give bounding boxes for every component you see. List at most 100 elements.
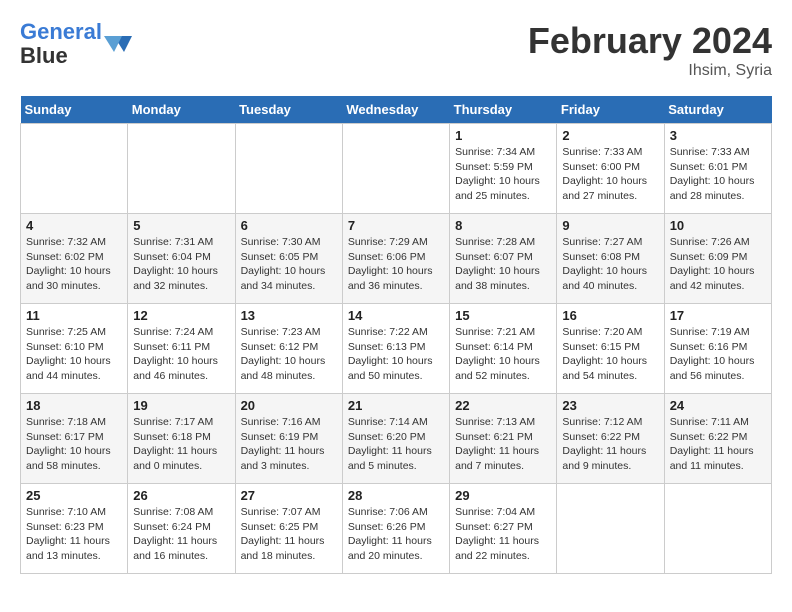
day-info: Sunrise: 7:21 AMSunset: 6:14 PMDaylight:… [455,325,551,384]
title-block: February 2024 Ihsim, Syria [528,20,772,80]
day-number: 9 [562,218,658,233]
day-number: 6 [241,218,337,233]
calendar-cell: 7Sunrise: 7:29 AMSunset: 6:06 PMDaylight… [342,214,449,304]
calendar-cell: 4Sunrise: 7:32 AMSunset: 6:02 PMDaylight… [21,214,128,304]
day-info: Sunrise: 7:17 AMSunset: 6:18 PMDaylight:… [133,415,229,474]
day-number: 21 [348,398,444,413]
day-info: Sunrise: 7:16 AMSunset: 6:19 PMDaylight:… [241,415,337,474]
calendar-week-row: 25 Sunrise: 7:10 AMSunset: 6:23 PMDayligh… [21,484,772,574]
day-number: 16 [562,308,658,323]
day-info: Sunrise: 7:10 AMSunset: 6:23 PMDaylight:… [26,505,122,564]
calendar-cell: 1 Sunrise: 7:34 AMSunset: 5:59 PMDaylight… [450,124,557,214]
day-number: 23 [562,398,658,413]
day-info: Sunrise: 7:33 AMSunset: 6:00 PMDaylight:… [562,145,658,204]
calendar-cell: 6 Sunrise: 7:30 AMSunset: 6:05 PMDaylight… [235,214,342,304]
calendar-cell: 12 Sunrise: 7:24 AMSunset: 6:11 PMDayligh… [128,304,235,394]
day-number: 1 [455,128,551,143]
calendar-week-row: 4Sunrise: 7:32 AMSunset: 6:02 PMDaylight… [21,214,772,304]
weekday-header-cell: Thursday [450,96,557,124]
calendar-cell: 8Sunrise: 7:28 AMSunset: 6:07 PMDaylight… [450,214,557,304]
day-info: Sunrise: 7:19 AMSunset: 6:16 PMDaylight:… [670,325,766,384]
day-number: 29 [455,488,551,503]
logo: GeneralBlue [20,20,134,68]
calendar-body: 1 Sunrise: 7:34 AMSunset: 5:59 PMDaylight… [21,124,772,574]
day-info: Sunrise: 7:07 AMSunset: 6:25 PMDaylight:… [241,505,337,564]
calendar-table: SundayMondayTuesdayWednesdayThursdayFrid… [20,96,772,574]
calendar-cell: 13Sunrise: 7:23 AMSunset: 6:12 PMDayligh… [235,304,342,394]
calendar-cell: 20 Sunrise: 7:16 AMSunset: 6:19 PMDayligh… [235,394,342,484]
day-info: Sunrise: 7:23 AMSunset: 6:12 PMDaylight:… [241,325,337,384]
calendar-cell: 11 Sunrise: 7:25 AMSunset: 6:10 PMDayligh… [21,304,128,394]
calendar-cell: 3 Sunrise: 7:33 AMSunset: 6:01 PMDaylight… [664,124,771,214]
weekday-header-cell: Monday [128,96,235,124]
weekday-header-cell: Sunday [21,96,128,124]
day-number: 22 [455,398,551,413]
day-info: Sunrise: 7:31 AMSunset: 6:04 PMDaylight:… [133,235,229,294]
day-number: 24 [670,398,766,413]
weekday-header-cell: Friday [557,96,664,124]
day-info: Sunrise: 7:06 AMSunset: 6:26 PMDaylight:… [348,505,444,564]
day-info: Sunrise: 7:08 AMSunset: 6:24 PMDaylight:… [133,505,229,564]
logo-icon [104,32,134,56]
calendar-cell [557,484,664,574]
calendar-cell: 14 Sunrise: 7:22 AMSunset: 6:13 PMDayligh… [342,304,449,394]
month-year: February 2024 [528,20,772,62]
day-info: Sunrise: 7:22 AMSunset: 6:13 PMDaylight:… [348,325,444,384]
logo-text: GeneralBlue [20,20,102,68]
day-info: Sunrise: 7:20 AMSunset: 6:15 PMDaylight:… [562,325,658,384]
day-number: 20 [241,398,337,413]
day-number: 17 [670,308,766,323]
day-number: 27 [241,488,337,503]
day-info: Sunrise: 7:24 AMSunset: 6:11 PMDaylight:… [133,325,229,384]
day-number: 18 [26,398,122,413]
day-number: 25 [26,488,122,503]
calendar-cell: 29Sunrise: 7:04 AMSunset: 6:27 PMDayligh… [450,484,557,574]
day-number: 11 [26,308,122,323]
day-number: 2 [562,128,658,143]
day-number: 12 [133,308,229,323]
day-info: Sunrise: 7:25 AMSunset: 6:10 PMDaylight:… [26,325,122,384]
day-info: Sunrise: 7:34 AMSunset: 5:59 PMDaylight:… [455,145,551,204]
calendar-cell: 24 Sunrise: 7:11 AMSunset: 6:22 PMDayligh… [664,394,771,484]
day-number: 19 [133,398,229,413]
day-number: 3 [670,128,766,143]
day-info: Sunrise: 7:28 AMSunset: 6:07 PMDaylight:… [455,235,551,294]
day-info: Sunrise: 7:12 AMSunset: 6:22 PMDaylight:… [562,415,658,474]
calendar-cell: 16 Sunrise: 7:20 AMSunset: 6:15 PMDayligh… [557,304,664,394]
day-info: Sunrise: 7:14 AMSunset: 6:20 PMDaylight:… [348,415,444,474]
calendar-cell: 19 Sunrise: 7:17 AMSunset: 6:18 PMDayligh… [128,394,235,484]
day-number: 5 [133,218,229,233]
calendar-cell: 26Sunrise: 7:08 AMSunset: 6:24 PMDayligh… [128,484,235,574]
calendar-cell: 9 Sunrise: 7:27 AMSunset: 6:08 PMDaylight… [557,214,664,304]
calendar-cell: 10 Sunrise: 7:26 AMSunset: 6:09 PMDayligh… [664,214,771,304]
weekday-header-row: SundayMondayTuesdayWednesdayThursdayFrid… [21,96,772,124]
day-info: Sunrise: 7:18 AMSunset: 6:17 PMDaylight:… [26,415,122,474]
day-info: Sunrise: 7:30 AMSunset: 6:05 PMDaylight:… [241,235,337,294]
weekday-header-cell: Saturday [664,96,771,124]
day-info: Sunrise: 7:33 AMSunset: 6:01 PMDaylight:… [670,145,766,204]
calendar-cell [235,124,342,214]
calendar-cell [342,124,449,214]
day-info: Sunrise: 7:11 AMSunset: 6:22 PMDaylight:… [670,415,766,474]
calendar-week-row: 11 Sunrise: 7:25 AMSunset: 6:10 PMDayligh… [21,304,772,394]
weekday-header-cell: Wednesday [342,96,449,124]
day-info: Sunrise: 7:13 AMSunset: 6:21 PMDaylight:… [455,415,551,474]
calendar-cell: 27 Sunrise: 7:07 AMSunset: 6:25 PMDayligh… [235,484,342,574]
calendar-cell: 17 Sunrise: 7:19 AMSunset: 6:16 PMDayligh… [664,304,771,394]
day-number: 14 [348,308,444,323]
calendar-cell [21,124,128,214]
day-number: 10 [670,218,766,233]
calendar-cell [128,124,235,214]
weekday-header-cell: Tuesday [235,96,342,124]
day-number: 7 [348,218,444,233]
day-number: 4 [26,218,122,233]
location: Ihsim, Syria [528,62,772,80]
day-number: 15 [455,308,551,323]
calendar-cell: 15 Sunrise: 7:21 AMSunset: 6:14 PMDayligh… [450,304,557,394]
day-info: Sunrise: 7:26 AMSunset: 6:09 PMDaylight:… [670,235,766,294]
calendar-cell: 22 Sunrise: 7:13 AMSunset: 6:21 PMDayligh… [450,394,557,484]
page-header: GeneralBlue February 2024 Ihsim, Syria [20,20,772,80]
day-info: Sunrise: 7:27 AMSunset: 6:08 PMDaylight:… [562,235,658,294]
calendar-week-row: 1 Sunrise: 7:34 AMSunset: 5:59 PMDaylight… [21,124,772,214]
day-number: 28 [348,488,444,503]
